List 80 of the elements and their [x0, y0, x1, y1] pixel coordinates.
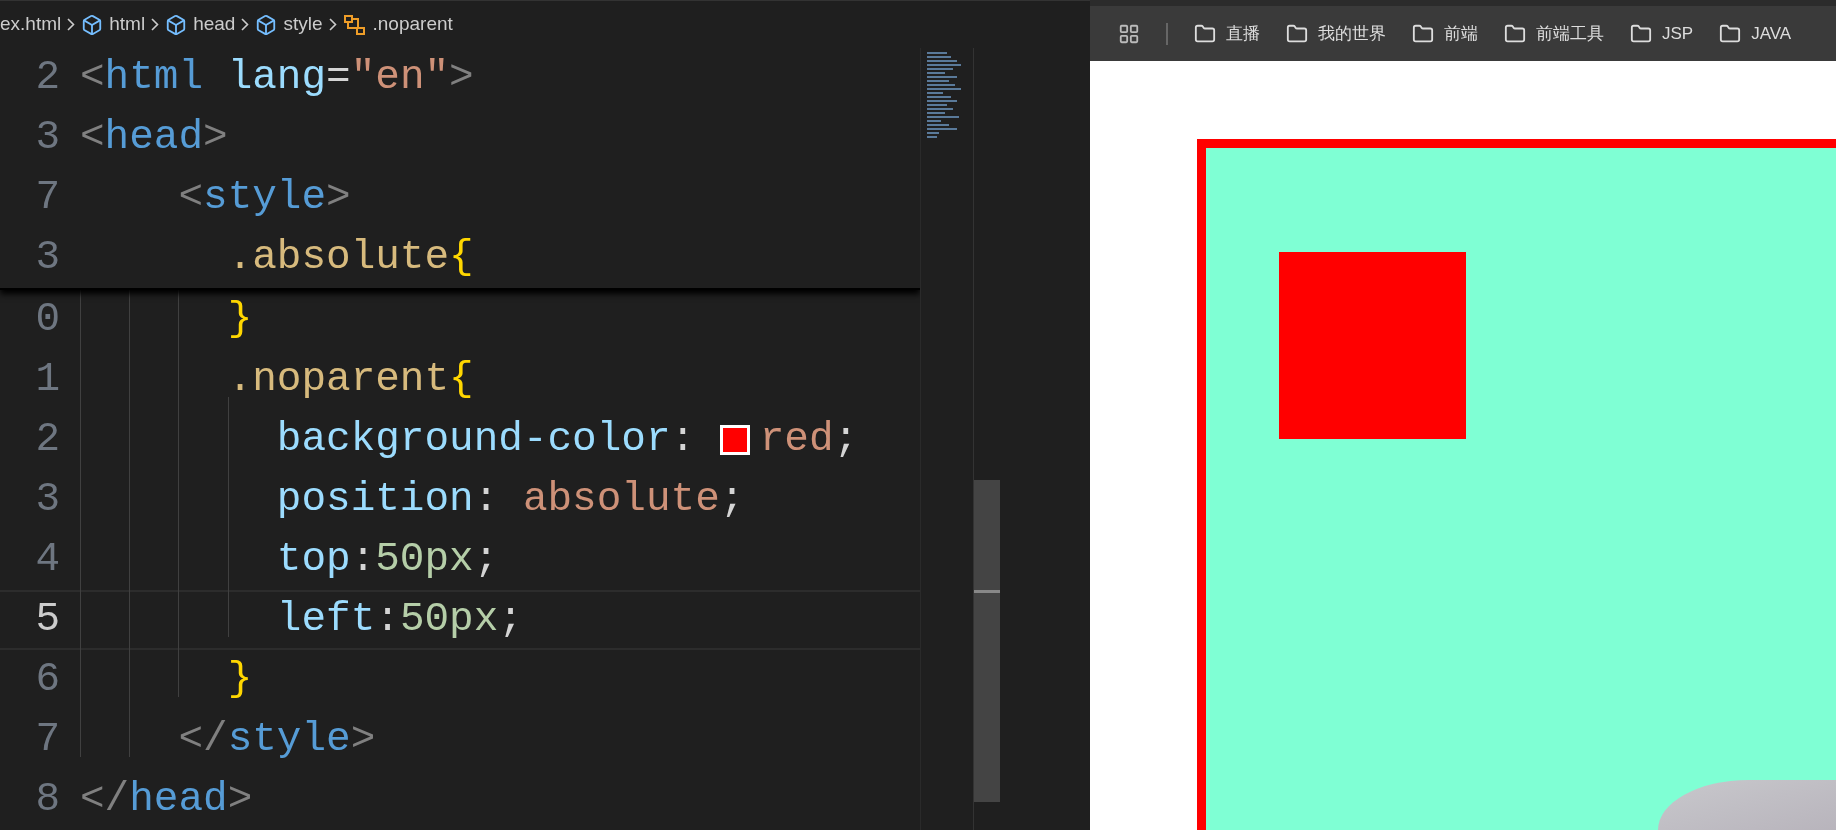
- code-token: .absolute: [227, 233, 450, 283]
- code-token: >: [227, 775, 253, 825]
- code-token: :: [350, 535, 376, 585]
- chevron-icon: [67, 18, 76, 31]
- code-token: 50px: [375, 535, 474, 585]
- code-token: position: [276, 475, 474, 525]
- bookmark[interactable]: JSP: [1630, 20, 1694, 47]
- bookmark[interactable]: 直播: [1194, 20, 1260, 47]
- folder-icon: [1194, 22, 1216, 45]
- code-token: style: [227, 715, 351, 765]
- code-token: </: [178, 715, 228, 765]
- bookmark[interactable]: 前端: [1412, 20, 1478, 47]
- line-number: 7: [34, 715, 60, 765]
- code-token: :: [670, 415, 697, 465]
- folder-icon: [1630, 22, 1652, 45]
- folder-icon: [1504, 22, 1526, 45]
- code-token: lang: [227, 53, 327, 103]
- line-number: 0: [34, 295, 60, 345]
- line-number: 1: [34, 355, 60, 405]
- code-token: ;: [719, 475, 745, 525]
- code-token: background-color: [276, 415, 671, 465]
- chevron-icon: [151, 18, 160, 31]
- chevron-icon: [328, 18, 337, 31]
- line-number: 5: [34, 595, 60, 645]
- code-token: }: [227, 655, 253, 705]
- breadcrumb-item[interactable]: ex.html: [0, 10, 62, 39]
- breadcrumb-item[interactable]: style: [283, 10, 323, 39]
- line-number: 3: [34, 113, 60, 163]
- line-number: 2: [34, 415, 60, 465]
- code-token: >: [350, 715, 376, 765]
- cube-icon: [255, 13, 278, 36]
- code-token: :: [473, 475, 500, 525]
- apps-grid-icon[interactable]: [1118, 22, 1140, 45]
- bookmark[interactable]: JAVA: [1719, 20, 1792, 47]
- code-token: {: [449, 233, 474, 283]
- selector-icon: [342, 13, 367, 36]
- line-number: 8: [34, 775, 60, 825]
- line-number: 3: [34, 233, 60, 283]
- code-token: left: [276, 595, 376, 645]
- folder-icon: [1719, 22, 1742, 45]
- scrollbar-thumb[interactable]: [974, 480, 1000, 802]
- code-token: ;: [498, 595, 523, 645]
- line-number: 7: [34, 173, 60, 223]
- code-token: >: [203, 113, 228, 163]
- code-token: =: [326, 53, 351, 103]
- code-token: :: [375, 595, 400, 645]
- line-number: 2: [34, 53, 60, 103]
- code-token: "en": [350, 53, 450, 103]
- breadcrumb-item[interactable]: .noparent: [372, 10, 453, 39]
- code-token: absolute: [522, 475, 720, 525]
- line-number: 6: [34, 655, 60, 705]
- code-token: <: [80, 53, 105, 103]
- code-token: red: [759, 415, 834, 465]
- cube-icon: [81, 13, 104, 36]
- code-token: head: [104, 113, 204, 163]
- code-token: }: [227, 295, 253, 345]
- code-token: ;: [833, 415, 859, 465]
- code-token: style: [203, 173, 327, 223]
- code-token: {: [449, 355, 474, 405]
- code-token: >: [449, 53, 474, 103]
- chevron-icon: [241, 18, 250, 31]
- code-token: <: [178, 173, 204, 223]
- code-token: .noparent: [227, 355, 450, 405]
- cube-icon: [165, 13, 188, 36]
- bookmark[interactable]: 我的世界: [1286, 20, 1386, 47]
- code-token: 50px: [399, 595, 499, 645]
- folder-icon: [1412, 22, 1434, 45]
- code-token: ;: [473, 535, 499, 585]
- folder-icon: [1286, 22, 1308, 45]
- code-token: >: [326, 173, 351, 223]
- breadcrumb-item[interactable]: html: [109, 10, 146, 39]
- line-number: 4: [34, 535, 60, 585]
- line-number: 3: [34, 475, 60, 525]
- code-token: head: [129, 775, 228, 825]
- code-token: <: [80, 113, 105, 163]
- code-token: top: [276, 535, 351, 585]
- bookmark[interactable]: 前端工具: [1504, 20, 1604, 47]
- code-token: </: [80, 775, 130, 825]
- breadcrumb-item[interactable]: head: [193, 10, 236, 39]
- code-token: html: [104, 53, 204, 103]
